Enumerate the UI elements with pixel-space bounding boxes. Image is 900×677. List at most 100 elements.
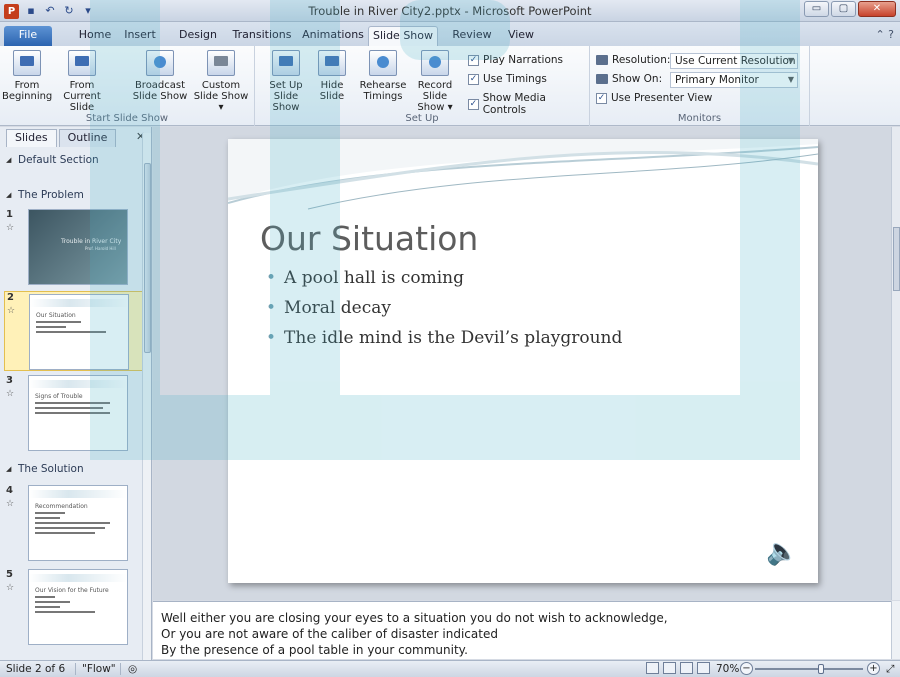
zoom-level[interactable]: 70% [716,662,739,677]
custom-slide-show-icon [207,50,235,76]
slides-pane-scrollbar[interactable] [142,133,151,660]
rehearse-timings-button[interactable]: Rehearse Timings [357,50,409,102]
group-label: Start Slide Show [85,113,169,124]
slide-number: 2 [7,292,14,303]
use-timings-checkbox[interactable]: ✓ Use Timings [468,73,547,85]
thumb-lines [35,512,110,537]
resolution-dropdown[interactable]: Use Current Resolution ▼ [670,53,798,69]
audio-speaker-icon[interactable]: 🔈 [766,537,798,567]
button-label: Set Up [269,80,303,91]
pane-tabs: Slides Outline [6,129,118,147]
scrollbar-thumb[interactable] [893,227,900,291]
slide-sorter-view-icon[interactable] [663,662,676,674]
show-on-value: Primary Monitor [675,74,759,86]
show-on-label: Show On: [596,73,662,85]
section-the-problem[interactable]: The Problem [4,186,142,204]
notes-scrollbar[interactable] [891,601,900,659]
from-current-slide-icon [68,50,96,76]
tab-file[interactable]: File [4,26,52,46]
set-up-slide-show-button[interactable]: Set Up Slide Show [259,50,313,113]
zoom-slider[interactable] [755,668,863,670]
chevron-down-icon: ▼ [787,75,794,84]
group-start-slide-show: From Beginning From Current Slide Broadc… [0,46,255,126]
use-presenter-view-checkbox[interactable]: ✓ Use Presenter View [596,92,712,104]
slide-title[interactable]: Our Situation [260,219,478,258]
view-buttons [646,662,710,674]
section-default[interactable]: Default Section [4,151,142,169]
zoom-in-button[interactable]: + [867,662,880,675]
maximize-button[interactable]: ▢ [831,1,856,17]
help-icon[interactable]: ⌃ ? [875,28,894,41]
tab-transitions[interactable]: Transitions [226,26,298,46]
show-on-dropdown[interactable]: Primary Monitor ▼ [670,72,798,88]
hide-slide-button[interactable]: Hide Slide [313,50,351,102]
slide-thumbnail-4[interactable]: 4 ☆ Recommendation [4,485,144,565]
slide-number: 5 [6,569,13,580]
window-title: Trouble in River City2.pptx - Microsoft … [308,4,592,18]
proofing-icon[interactable]: ◎ [128,662,137,677]
slides-pane: Slides Outline ✕ Default Section The Pro… [0,127,152,660]
from-beginning-button[interactable]: From Beginning [2,50,52,102]
show-on-text: Show On: [612,73,663,85]
set-up-slide-show-icon [272,50,300,76]
divider [120,663,121,675]
slide-thumbnail-2[interactable]: 2 ☆ Our Situation [4,291,144,371]
tab-design[interactable]: Design [172,26,224,46]
notes-line: Or you are not aware of the caliber of d… [161,627,498,641]
play-narrations-checkbox[interactable]: ✓ Play Narrations [468,54,563,66]
fit-to-window-icon[interactable]: ⤢ [886,662,894,677]
editor-scrollbar[interactable] [891,127,900,600]
notes-pane[interactable]: Well either you are closing your eyes to… [153,601,891,659]
button-label: Current Slide [63,91,101,113]
button-label: Rehearse [359,80,407,91]
thumb-swoosh [29,574,127,582]
tab-outline[interactable]: Outline [58,129,117,147]
slide-thumbnail-1[interactable]: 1 ☆ Trouble in River City Prof. Harold H… [4,209,144,289]
record-slide-show-button[interactable]: Record Slide Show ▾ [405,50,465,113]
slide-bullet-list[interactable]: A pool hall is coming Moral decay The id… [266,268,622,358]
tab-review[interactable]: Review [446,26,498,46]
minimize-button[interactable]: ▭ [804,1,829,17]
slide-number: 1 [6,209,13,220]
thumb-lines [36,321,111,336]
current-slide[interactable]: Our Situation A pool hall is coming Mora… [228,139,818,583]
slide-swoosh-decoration [228,139,818,210]
reading-view-icon[interactable] [680,662,693,674]
broadcast-slide-show-button[interactable]: Broadcast Slide Show [132,50,188,102]
section-the-solution[interactable]: The Solution [4,460,142,478]
button-label: Slide [319,91,345,102]
tab-insert[interactable]: Insert [118,26,162,46]
button-label: Timings [363,91,403,102]
thumb-swoosh [30,299,128,307]
theme-name[interactable]: "Flow" [82,662,116,677]
slide-preview: Our Situation [29,294,129,370]
close-button[interactable]: ✕ [858,1,896,17]
from-beginning-icon [13,50,41,76]
rehearse-timings-icon [369,50,397,76]
tab-home[interactable]: Home [70,26,120,46]
group-set-up: Set Up Slide Show Hide Slide Rehearse Ti… [255,46,590,126]
record-slide-show-icon [421,50,449,76]
slide-preview: Trouble in River City Prof. Harold Hill [28,209,128,285]
custom-slide-show-button[interactable]: Custom Slide Show ▾ [190,50,252,113]
from-current-slide-button[interactable]: From Current Slide [52,50,112,113]
slide-thumbnail-3[interactable]: 3 ☆ Signs of Trouble [4,375,144,455]
slide-show-view-icon[interactable] [697,662,710,674]
tab-view[interactable]: View [498,26,544,46]
zoom-slider-thumb[interactable] [818,664,824,674]
normal-view-icon[interactable] [646,662,659,674]
tab-animations[interactable]: Animations [300,26,366,46]
slide-thumbnail-5[interactable]: 5 ☆ Our Vision for the Future [4,569,144,649]
tab-slides[interactable]: Slides [6,129,57,147]
ribbon-tabs: File Home Insert Design Transitions Anim… [0,22,900,46]
zoom-out-button[interactable]: − [740,662,753,675]
slide-preview: Recommendation [28,485,128,561]
group-label: Set Up [405,113,439,124]
scrollbar-thumb[interactable] [144,163,151,353]
thumb-title: Our Vision for the Future [35,587,109,594]
tab-slide-show[interactable]: Slide Show [368,26,438,46]
notes-line: Well either you are closing your eyes to… [161,611,668,625]
thumb-subtitle: Prof. Harold Hill [85,246,116,251]
bullet-item: A pool hall is coming [266,268,622,293]
slide-counter: Slide 2 of 6 [6,663,66,675]
